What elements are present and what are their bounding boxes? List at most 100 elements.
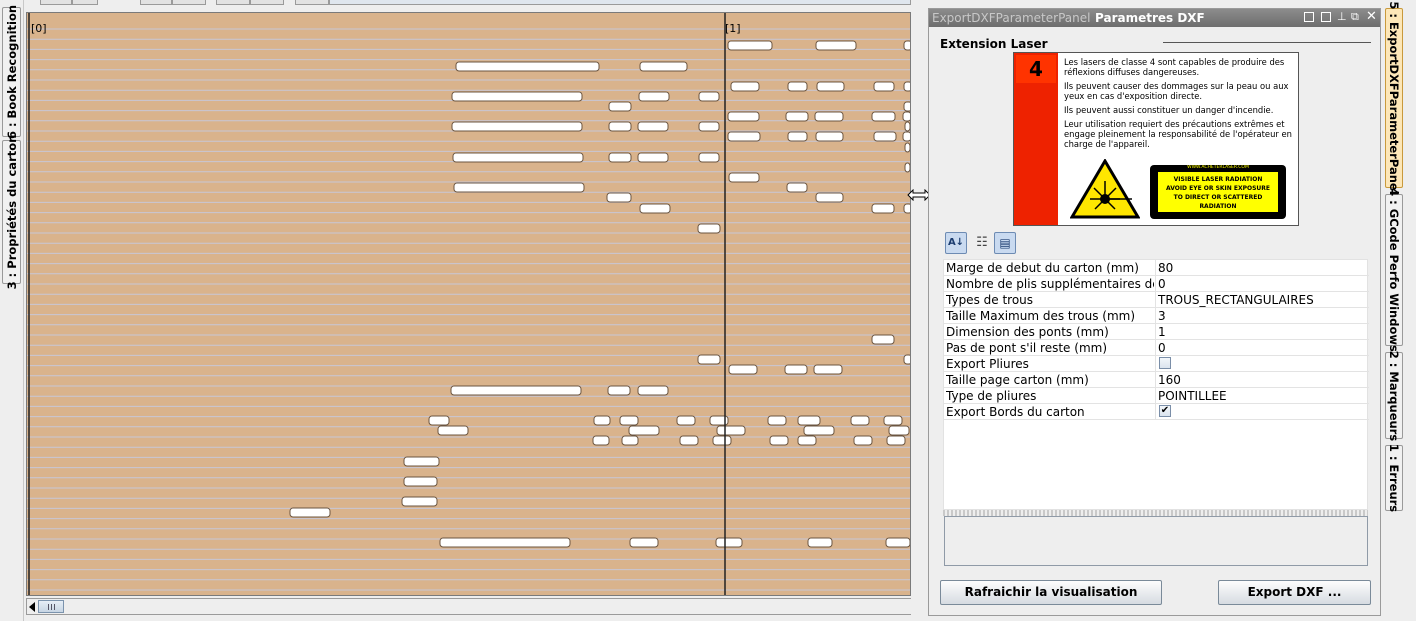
toolbar-button[interactable] bbox=[172, 0, 206, 5]
property-row[interactable]: Taille Maximum des trous (mm) 3 bbox=[944, 308, 1369, 324]
carton-drawing: [0] [1] bbox=[27, 13, 910, 595]
perforation-hole bbox=[451, 121, 583, 132]
property-row[interactable]: Type de pliures POINTILLEE bbox=[944, 388, 1369, 404]
toolbar-button[interactable] bbox=[295, 0, 329, 5]
property-row[interactable]: Taille page carton (mm) 160 bbox=[944, 372, 1369, 388]
toolbar-button[interactable] bbox=[216, 0, 250, 5]
property-name: Taille page carton (mm) bbox=[946, 373, 1089, 387]
warning-paragraph: Ils peuvent causer des dommages sur la p… bbox=[1064, 81, 1289, 101]
perforation-hole bbox=[883, 415, 903, 426]
perforation-hole bbox=[797, 435, 817, 446]
tab-exportdxf-parameter-panel[interactable]: 5 : ExportDXFParameterPanel bbox=[1385, 1, 1403, 195]
perforation-hole bbox=[679, 435, 699, 446]
toolbar-field[interactable] bbox=[329, 0, 911, 5]
property-sheet[interactable]: Marge de debut du carton (mm) 80 Nombre d… bbox=[943, 259, 1369, 510]
property-name: Taille Maximum des trous (mm) bbox=[946, 309, 1136, 323]
perforation-hole bbox=[451, 91, 583, 102]
tab-parametres-dxf[interactable]: Parametres DXF bbox=[1095, 10, 1205, 26]
toolbar-button[interactable] bbox=[72, 0, 98, 5]
export-bords-checkbox[interactable]: ✔ bbox=[1159, 405, 1171, 417]
warning-red-band: 4 bbox=[1014, 53, 1058, 225]
perforation-hole bbox=[784, 364, 808, 375]
property-row[interactable]: Marge de debut du carton (mm) 80 bbox=[944, 260, 1369, 276]
tab-erreurs[interactable]: 1 : Erreurs bbox=[1385, 444, 1403, 512]
scroll-thumb[interactable] bbox=[38, 600, 64, 613]
export-dxf-button[interactable]: Export DXF ... bbox=[1218, 580, 1371, 605]
perforation-hole bbox=[593, 415, 611, 426]
close-icon[interactable]: ✕ bbox=[1366, 10, 1377, 24]
laser-hazard-triangle-icon bbox=[1070, 159, 1140, 219]
property-row[interactable]: Dimension des ponts (mm) 1 bbox=[944, 324, 1369, 340]
panel-title-bar: ExportDXFParameterPanel Parametres DXF ⊥… bbox=[929, 9, 1380, 27]
toolbar-button[interactable] bbox=[250, 0, 284, 5]
property-name: Types de trous bbox=[946, 293, 1034, 307]
perforation-hole bbox=[712, 435, 732, 446]
tab-label: 2 : Marqueurs bbox=[1387, 350, 1401, 441]
maximize-icon[interactable] bbox=[1321, 12, 1331, 22]
toolbar-button[interactable] bbox=[140, 0, 172, 5]
dxf-parameter-panel: ExportDXFParameterPanel Parametres DXF ⊥… bbox=[928, 8, 1381, 616]
section-title: Extension Laser bbox=[940, 37, 1048, 51]
categorized-icon[interactable]: ☷ bbox=[971, 232, 993, 254]
page-marker-1: [1] bbox=[725, 22, 741, 35]
property-name: Marge de debut du carton (mm) bbox=[946, 261, 1139, 275]
property-value[interactable]: TROUS_RECTANGULAIRES bbox=[1158, 293, 1314, 307]
property-value[interactable]: 0 bbox=[1158, 277, 1166, 291]
tab-marqueurs[interactable]: 2 : Marqueurs bbox=[1385, 350, 1403, 441]
description-toggle-icon[interactable]: ▤ bbox=[994, 232, 1016, 254]
label-line: CLASS 4 LASER PRODUCT bbox=[1175, 212, 1261, 219]
property-row[interactable]: Export Bords du carton ✔ bbox=[944, 404, 1369, 420]
sort-alpha-icon[interactable]: A↓ bbox=[945, 232, 967, 254]
perforation-hole bbox=[453, 182, 585, 193]
restore-icon[interactable]: ⧉ bbox=[1351, 11, 1359, 23]
property-row[interactable]: Nombre de plis supplémentaires de... 0 bbox=[944, 276, 1369, 292]
perforation-hole bbox=[715, 537, 743, 548]
perforation-hole bbox=[904, 121, 910, 132]
carton-canvas[interactable]: [0] [1] bbox=[26, 12, 911, 596]
property-value[interactable]: 80 bbox=[1158, 261, 1173, 275]
tab-gcode-perfo-windows[interactable]: 4 : GCode Perfo Windows bbox=[1385, 188, 1403, 352]
perforation-hole bbox=[727, 40, 773, 51]
label-line: AVOID EYE OR SKIN EXPOSURE bbox=[1165, 185, 1271, 192]
float-icon[interactable] bbox=[1304, 12, 1314, 22]
perforation-hole bbox=[769, 435, 789, 446]
perforation-hole bbox=[903, 354, 910, 365]
perforation-hole bbox=[727, 131, 761, 142]
perforation-hole bbox=[904, 162, 910, 173]
perforation-hole bbox=[813, 364, 843, 375]
horizontal-scrollbar[interactable] bbox=[26, 598, 924, 615]
tab-exportdxf-panel[interactable]: ExportDXFParameterPanel bbox=[932, 10, 1090, 26]
perforation-hole bbox=[728, 172, 760, 183]
tab-proprietes-carton[interactable]: 3 : Propriétés du carton bbox=[2, 135, 21, 289]
perforation-hole bbox=[606, 192, 632, 203]
perforation-hole bbox=[608, 121, 632, 132]
perforation-hole bbox=[628, 425, 660, 436]
property-row[interactable]: Export Pliures bbox=[944, 356, 1369, 372]
perforation-hole bbox=[815, 192, 844, 203]
split-pane-divider[interactable] bbox=[907, 8, 931, 616]
pin-icon[interactable]: ⊥ bbox=[1337, 11, 1347, 22]
perforation-hole bbox=[871, 203, 895, 214]
property-row[interactable]: Types de trous TROUS_RECTANGULAIRES bbox=[944, 292, 1369, 308]
export-pliures-checkbox[interactable] bbox=[1159, 357, 1171, 369]
property-name: Export Pliures bbox=[946, 357, 1029, 371]
toolbar-button[interactable] bbox=[40, 0, 72, 5]
property-row[interactable]: Pas de pont s'il reste (mm) 0 bbox=[944, 340, 1369, 356]
perforation-hole bbox=[902, 131, 910, 142]
scroll-left-icon[interactable] bbox=[29, 602, 35, 612]
perforation-hole bbox=[885, 537, 910, 548]
perforation-hole bbox=[903, 81, 910, 92]
refresh-button[interactable]: Rafraichir la visualisation bbox=[940, 580, 1162, 605]
property-value[interactable]: 3 bbox=[1158, 309, 1166, 323]
perforation-hole bbox=[403, 456, 440, 467]
property-value[interactable]: POINTILLEE bbox=[1158, 389, 1227, 403]
perforation-hole bbox=[455, 61, 600, 72]
perforation-hole bbox=[903, 203, 910, 214]
perforation-hole bbox=[638, 91, 670, 102]
property-value[interactable]: 0 bbox=[1158, 341, 1166, 355]
tab-book-recognition[interactable]: 6 : Book Recognition bbox=[2, 5, 21, 139]
perforation-hole bbox=[886, 435, 906, 446]
property-value[interactable]: 1 bbox=[1158, 325, 1166, 339]
perforation-hole bbox=[850, 415, 870, 426]
property-value[interactable]: 160 bbox=[1158, 373, 1181, 387]
